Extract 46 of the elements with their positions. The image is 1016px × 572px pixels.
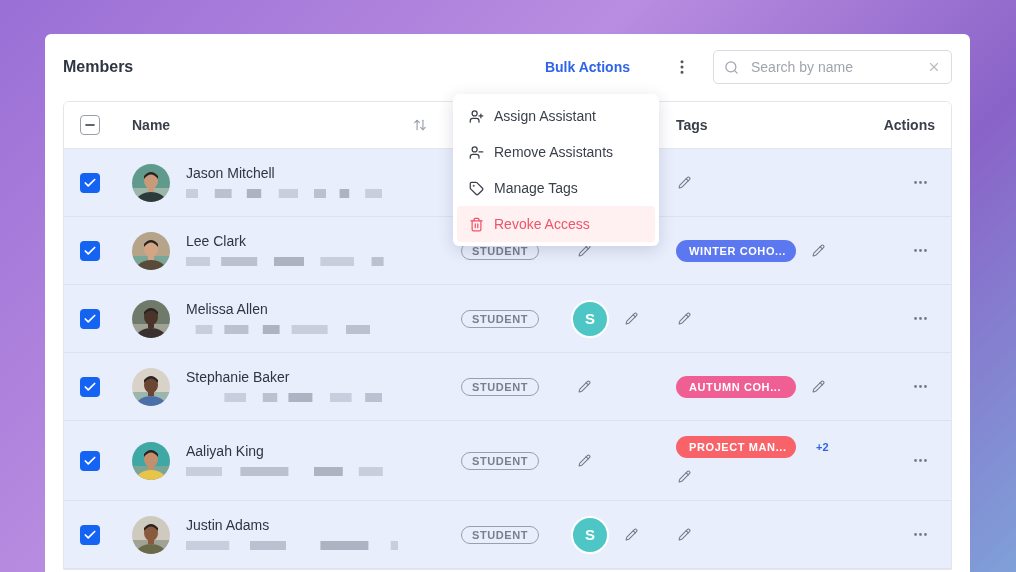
user-plus-icon bbox=[469, 108, 484, 124]
select-all-checkbox[interactable] bbox=[80, 115, 100, 135]
tag-pill: PROJECT MAN... bbox=[676, 436, 796, 458]
trash-icon bbox=[469, 216, 484, 232]
assistant-avatar: S bbox=[571, 299, 609, 338]
edit-icon[interactable] bbox=[676, 468, 693, 485]
column-header: Actions bbox=[883, 117, 935, 133]
row-checkbox[interactable] bbox=[80, 450, 100, 471]
edit-icon[interactable] bbox=[810, 378, 827, 395]
edit-icon[interactable] bbox=[623, 310, 640, 327]
menu-item[interactable]: Assign Assistant bbox=[457, 98, 655, 134]
menu-item[interactable]: Manage Tags bbox=[457, 170, 655, 206]
tag-icon bbox=[469, 180, 484, 196]
member-name: Lee Clark bbox=[186, 233, 247, 249]
member-name: Justin Adams bbox=[186, 517, 271, 533]
tag-pill: AUTUMN COH... bbox=[676, 375, 796, 398]
search-field[interactable]: Search by name bbox=[713, 50, 952, 84]
row-checkbox[interactable] bbox=[80, 524, 100, 545]
column-header: Tags bbox=[676, 117, 708, 133]
edit-icon[interactable] bbox=[810, 242, 827, 259]
member-name: Stephanie Baker bbox=[186, 369, 291, 385]
edit-icon[interactable] bbox=[623, 526, 640, 543]
search-input[interactable]: Search by name bbox=[749, 58, 917, 76]
close-icon[interactable] bbox=[927, 60, 941, 74]
more-tags-link[interactable]: +2 bbox=[810, 439, 835, 455]
card-title: Members bbox=[63, 58, 135, 76]
member-name: Melissa Allen bbox=[186, 301, 269, 317]
tag-pill: WINTER COHO... bbox=[676, 239, 796, 262]
row-checkbox[interactable] bbox=[80, 172, 100, 193]
member-name: Jason Mitchell bbox=[186, 165, 276, 181]
menu-item[interactable]: Remove Assistants bbox=[457, 134, 655, 170]
assistant-avatar: S bbox=[571, 515, 609, 554]
edit-icon[interactable] bbox=[676, 526, 693, 543]
edit-icon[interactable] bbox=[676, 174, 693, 191]
row-checkbox[interactable] bbox=[80, 376, 100, 397]
edit-icon[interactable] bbox=[576, 452, 593, 469]
row-checkbox[interactable] bbox=[80, 308, 100, 329]
column-header: Name bbox=[132, 117, 171, 133]
user-minus-icon bbox=[469, 144, 484, 160]
search-icon bbox=[724, 59, 739, 75]
member-name: Aaliyah King bbox=[186, 443, 265, 459]
edit-icon[interactable] bbox=[576, 378, 593, 395]
edit-icon[interactable] bbox=[676, 310, 693, 327]
bulk-actions-link[interactable]: Bulk Actions bbox=[542, 55, 632, 79]
row-checkbox[interactable] bbox=[80, 240, 100, 261]
sort-icon[interactable] bbox=[413, 118, 427, 132]
